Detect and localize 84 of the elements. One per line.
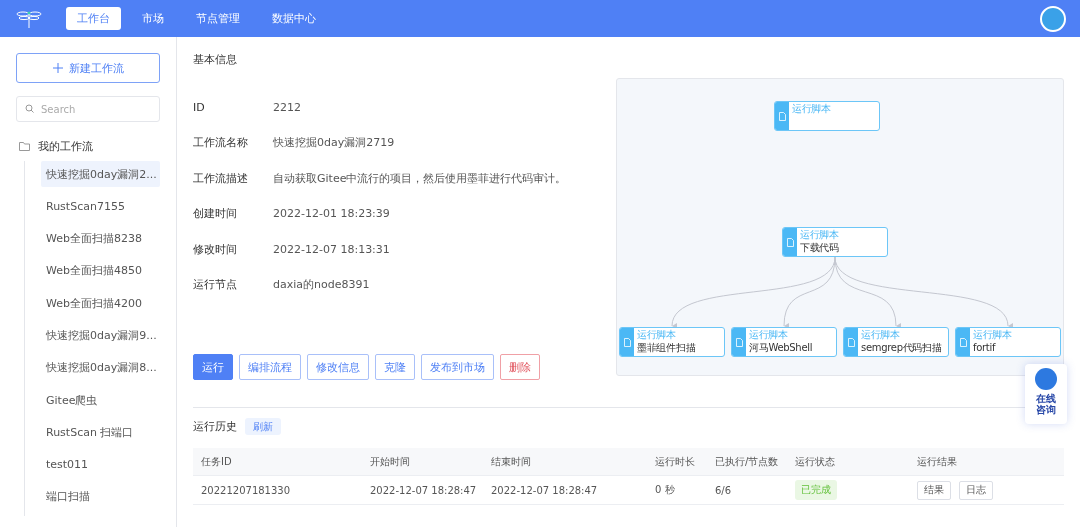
support-avatar [1035,368,1057,390]
nav-tab[interactable]: 工作台 [66,7,121,30]
node-subtitle: 河马WebShell [749,341,813,354]
table-cell-text: 20221207181330 [201,484,292,496]
node-title: 运行脚本 [792,102,831,115]
field-value: 2022-12-01 18:23:39 [273,207,390,220]
chat-label: 在线咨询 [1036,393,1056,415]
document-icon [847,337,855,347]
document-icon [786,237,794,247]
node-title: 运行脚本 [973,328,1012,341]
workflow-item[interactable]: Gitee爬虫 [41,387,160,414]
column-header: 运行状态 [795,454,836,469]
action-button[interactable]: 编排流程 [239,354,301,380]
workflow-item[interactable]: Web全面扫描8238 [41,225,160,252]
document-icon [778,111,786,121]
field-label: 修改时间 [193,241,238,257]
nav-tab[interactable]: 市场 [131,7,175,30]
folder-icon [19,141,30,151]
column-header: 开始时间 [370,454,411,469]
column-header: 任务ID [201,454,233,469]
action-button[interactable]: 删除 [500,354,540,380]
node-subtitle: semgrep代码扫描 [861,341,942,354]
field-value: 2212 [273,100,301,114]
section-title: 基本信息 [193,52,238,67]
workflow-item[interactable]: Web全面扫描4850 [41,257,160,284]
refresh-button[interactable]: 刷新 [245,418,281,435]
row-action-button[interactable]: 结果 [917,480,951,500]
row-action-button[interactable]: 日志 [959,480,993,500]
table-cell-text: 0 秒 [655,483,676,497]
search-field[interactable]: Search [16,96,160,122]
action-button[interactable]: 运行 [193,354,233,380]
workflow-item[interactable]: RustScan7155 [41,193,160,220]
workflow-item[interactable]: 端口扫描 [41,483,160,510]
user-avatar[interactable] [1040,5,1066,32]
search-icon [25,104,34,113]
status-tag: 已完成 [795,480,837,500]
chat-widget[interactable]: 在线咨询 [1025,364,1067,424]
nav-tab[interactable]: 数据中心 [261,7,327,30]
document-icon [735,337,743,347]
dragonfly-logo [16,8,42,29]
document-icon [623,337,631,347]
node-title: 运行脚本 [637,328,677,341]
table-cell-text: 2022-12-07 18:28:47 [370,484,478,496]
action-button[interactable]: 发布到市场 [421,354,494,380]
workflow-item[interactable]: test011 [41,451,160,478]
plus-icon [52,63,63,73]
column-header: 已执行/节点数 [715,454,780,469]
flow-node[interactable]: 运行脚本 semgrep代码扫描 [843,327,949,357]
column-header: 结束时间 [491,454,532,469]
table-cell-text: 2022-12-07 18:28:47 [491,484,599,496]
flow-node[interactable]: 运行脚本 fortif [955,327,1061,357]
field-label: ID [193,100,206,114]
new-workflow-button[interactable]: 新建工作流 [16,53,160,83]
field-value: 自动获取Gitee中流行的项目，然后使用墨菲进行代码审计。 [273,170,567,186]
field-label: 运行节点 [193,277,238,292]
node-title: 运行脚本 [800,228,839,241]
field-label: 工作流描述 [193,170,249,186]
column-header: 运行时长 [655,454,696,469]
flow-node[interactable]: 运行脚本 河马WebShell [731,327,837,357]
node-subtitle: 下载代码 [800,241,839,254]
field-value: daxia的node8391 [273,277,370,292]
field-value: 2022-12-07 18:13:31 [273,242,390,256]
flow-node[interactable]: 运行脚本 下载代码 [782,227,888,257]
flow-node[interactable]: 运行脚本 墨菲组件扫描 [619,327,725,357]
workflow-item[interactable]: 快速挖掘0day漏洞2... [41,161,160,187]
workflow-item[interactable]: RustScan 扫端口 [41,419,160,446]
node-title: 运行脚本 [861,328,901,341]
history-title: 运行历史 [193,419,237,434]
nav-tab[interactable]: 节点管理 [185,7,251,30]
workflow-item[interactable]: Web全面扫描4200 [41,290,160,317]
node-title: 运行脚本 [749,328,789,341]
field-label: 创建时间 [193,206,238,221]
workflow-item[interactable]: 快速挖掘0day漏洞8... [41,354,160,381]
action-button[interactable]: 克隆 [375,354,415,380]
field-value: 快速挖掘0day漏洞2719 [273,135,395,150]
node-subtitle: fortif [973,341,997,354]
table-cell-text: 6/6 [715,484,733,496]
node-subtitle: 墨菲组件扫描 [637,341,696,354]
document-icon [959,337,967,347]
folder-label[interactable]: 我的工作流 [38,138,93,154]
field-label: 工作流名称 [193,135,249,150]
column-header: 运行结果 [917,454,958,469]
workflow-item[interactable]: 快速挖掘0day漏洞9... [41,322,160,349]
action-button[interactable]: 修改信息 [307,354,369,380]
